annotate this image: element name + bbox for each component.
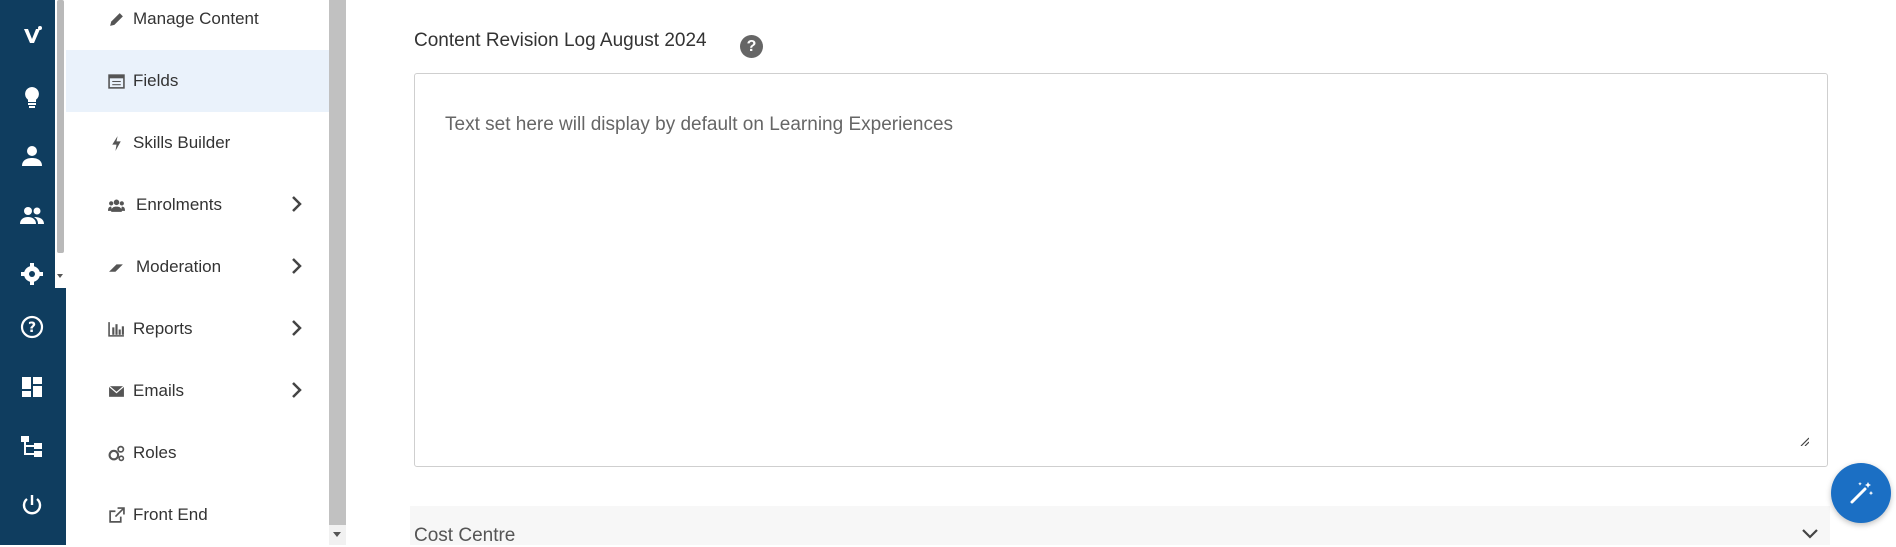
nav-item-reports[interactable]: Reports <box>66 298 329 360</box>
nav-item-label: Front End <box>133 505 208 524</box>
pencil-icon <box>106 9 126 29</box>
bolt-icon <box>106 133 126 153</box>
nav-scrollbar[interactable] <box>329 0 346 545</box>
nav-item-moderation[interactable]: Moderation <box>66 236 329 298</box>
help-tooltip-icon[interactable]: ? <box>740 35 763 58</box>
chevron-right-icon[interactable] <box>289 194 303 214</box>
nav-scrollbar-thumb[interactable] <box>329 0 346 525</box>
admin-nav: Manage Content Fields Skills Builder Enr… <box>66 0 329 545</box>
chevron-right-icon[interactable] <box>289 256 303 276</box>
magic-wand-button[interactable] <box>1831 463 1891 523</box>
group-icon <box>106 195 126 215</box>
dashboard-icon[interactable] <box>16 371 48 403</box>
nav-item-skills-builder[interactable]: Skills Builder <box>66 112 329 174</box>
nav-item-label: Skills Builder <box>133 133 231 152</box>
nav-item-emails[interactable]: Emails <box>66 360 329 422</box>
nav-item-fields[interactable]: Fields <box>66 50 329 112</box>
nav-item-front-end[interactable]: Front End <box>66 484 329 546</box>
rail-scroll-down-arrow[interactable] <box>57 274 63 278</box>
cost-centre-section[interactable]: Cost Centre <box>410 506 1830 546</box>
content-revision-textarea[interactable]: Text set here will display by default on… <box>414 73 1828 467</box>
cogs-icon <box>106 443 126 463</box>
gear-icon[interactable] <box>16 258 48 290</box>
external-link-icon <box>106 505 126 525</box>
nav-item-enrolments[interactable]: Enrolments <box>66 174 329 236</box>
chevron-right-icon[interactable] <box>289 380 303 400</box>
rail-scrollbar-thumb[interactable] <box>57 0 64 253</box>
nav-item-label: Enrolments <box>136 195 222 214</box>
logo-icon[interactable] <box>16 20 48 52</box>
magic-wand-icon <box>1850 482 1874 504</box>
envelope-icon <box>106 381 126 401</box>
eraser-icon <box>106 257 126 277</box>
rail-scrollbar[interactable] <box>55 0 66 288</box>
nav-item-roles[interactable]: Roles <box>66 422 329 484</box>
field-label: Content Revision Log August 2024 <box>414 30 707 51</box>
nav-item-label: Fields <box>133 71 179 90</box>
nav-item-label: Moderation <box>136 257 222 276</box>
lightbulb-icon[interactable] <box>16 81 48 113</box>
textarea-placeholder: Text set here will display by default on… <box>445 114 954 135</box>
nav-item-manage-content[interactable]: Manage Content <box>66 0 329 50</box>
nav-item-label: Emails <box>133 381 185 400</box>
nav-scroll-down-arrow[interactable] <box>333 532 341 537</box>
chevron-down-icon[interactable] <box>1800 526 1820 540</box>
nav-item-label: Roles <box>133 443 177 462</box>
chevron-right-icon[interactable] <box>289 318 303 338</box>
hierarchy-icon[interactable] <box>16 430 48 462</box>
nav-item-label: Reports <box>133 319 193 338</box>
list-icon <box>106 71 126 91</box>
users-icon[interactable] <box>16 199 48 231</box>
power-icon[interactable] <box>16 489 48 521</box>
svg-text:?: ? <box>28 320 36 336</box>
bar-chart-icon <box>106 319 126 339</box>
resize-grip-icon[interactable] <box>1799 436 1809 446</box>
user-icon[interactable] <box>16 140 48 172</box>
nav-item-label: Manage Content <box>133 9 259 28</box>
help-icon[interactable]: ? <box>16 311 48 343</box>
section-title: Cost Centre <box>414 525 516 546</box>
